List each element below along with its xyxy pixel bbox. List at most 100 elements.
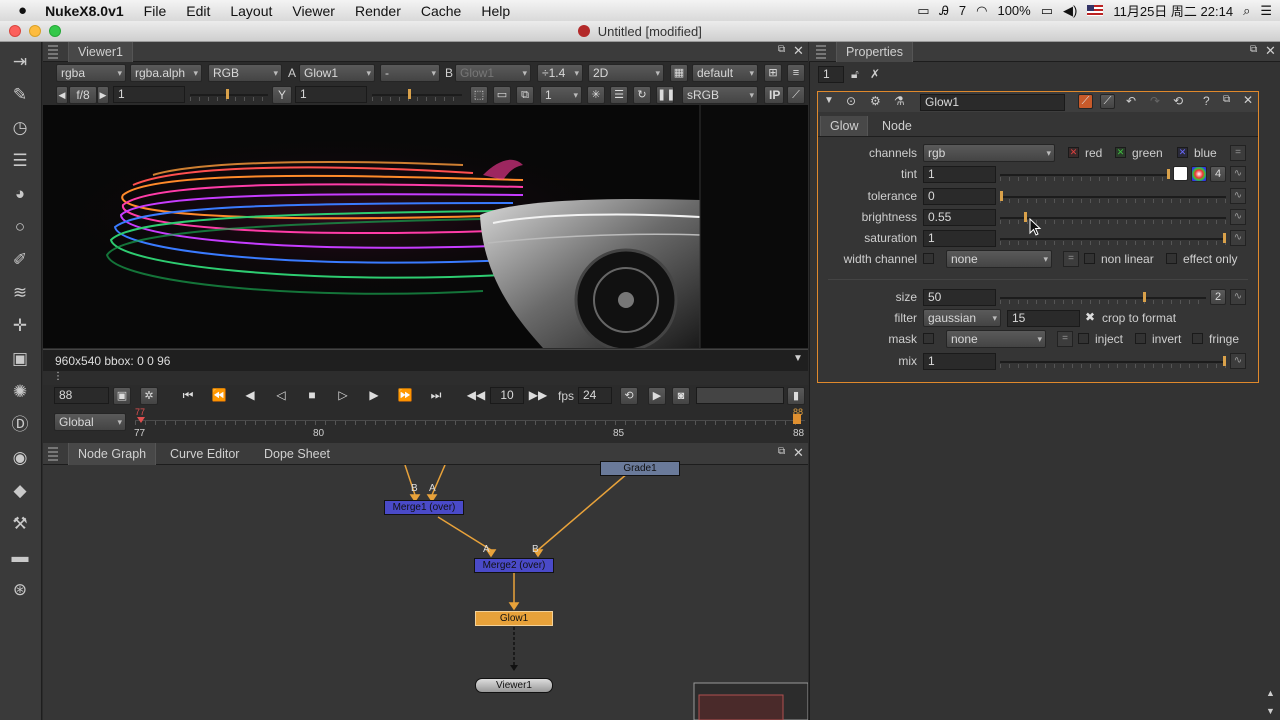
channels-dropdown[interactable]: rgb bbox=[923, 144, 1055, 162]
scroll-up-icon[interactable]: ▲ bbox=[1266, 688, 1275, 698]
skip-forward-icon[interactable]: ▶▶ bbox=[527, 386, 549, 404]
tint-animation-icon[interactable]: ∿ bbox=[1230, 166, 1246, 182]
menu-viewer[interactable]: Viewer bbox=[282, 3, 345, 19]
tolerance-field[interactable]: 0 bbox=[923, 188, 996, 205]
gamma-field[interactable]: 1 bbox=[295, 86, 367, 103]
node-merge2[interactable]: Merge2 (over) bbox=[474, 558, 554, 573]
filter-dropdown[interactable]: gaussian bbox=[923, 309, 1001, 327]
timeline-handle-icon[interactable]: ⋮ bbox=[53, 371, 63, 382]
input-method-icon[interactable]: Ꭿ bbox=[939, 3, 948, 19]
current-frame-field[interactable]: 88 bbox=[54, 387, 109, 404]
node-grade1[interactable]: Grade1 bbox=[600, 461, 680, 476]
zoom-window-button[interactable] bbox=[49, 25, 61, 37]
play-backward-icon[interactable]: ◁ bbox=[270, 386, 292, 404]
display-channel-select[interactable]: RGB bbox=[208, 64, 282, 82]
color-wheel-icon[interactable] bbox=[1191, 166, 1207, 182]
close-panel-icon[interactable]: ✕ bbox=[793, 445, 804, 461]
tint-channel-count[interactable]: 4 bbox=[1210, 166, 1226, 182]
pause-icon[interactable]: ❚❚ bbox=[656, 86, 675, 104]
node-name-field[interactable]: Glow1 bbox=[920, 94, 1065, 111]
b-input-select[interactable]: Glow1 bbox=[455, 64, 531, 82]
close-node-panel-icon[interactable]: ✕ bbox=[1243, 93, 1253, 107]
time-nodes-icon[interactable]: ◷ bbox=[8, 116, 32, 140]
brightness-animation-icon[interactable]: ∿ bbox=[1230, 209, 1246, 225]
saturation-slider[interactable] bbox=[1000, 232, 1226, 246]
proxy-icon[interactable]: ⧉ bbox=[516, 86, 534, 104]
minimize-window-button[interactable] bbox=[29, 25, 41, 37]
size-field[interactable]: 50 bbox=[923, 289, 996, 306]
panel-grip-icon[interactable] bbox=[48, 45, 58, 59]
last-frame-icon[interactable]: ⏭ bbox=[425, 386, 447, 404]
skip-increment-field[interactable]: 10 bbox=[490, 387, 524, 404]
input-process-toggle[interactable]: IP bbox=[764, 86, 784, 104]
menu-render[interactable]: Render bbox=[345, 3, 411, 19]
node-merge1[interactable]: Merge1 (over) bbox=[384, 500, 464, 515]
mask-checkbox[interactable] bbox=[923, 333, 934, 344]
image-nodes-icon[interactable]: ⇥ bbox=[8, 50, 32, 74]
node-viewer1[interactable]: Viewer1 bbox=[475, 678, 553, 693]
channels-link-icon[interactable]: = bbox=[1230, 145, 1246, 161]
tint-slider[interactable] bbox=[1000, 168, 1170, 182]
mask-link-icon[interactable]: = bbox=[1057, 331, 1073, 347]
size-channel-count[interactable]: 2 bbox=[1210, 289, 1226, 305]
info-expand-icon[interactable]: ▼ bbox=[793, 353, 803, 364]
fringe-checkbox[interactable] bbox=[1192, 333, 1203, 344]
other-nodes-icon[interactable]: ▬ bbox=[8, 545, 32, 569]
gain-slider[interactable] bbox=[190, 88, 268, 102]
toolsets-icon[interactable]: ⚒ bbox=[8, 512, 32, 536]
metadata-nodes-icon[interactable]: ◆ bbox=[8, 479, 32, 503]
first-frame-icon[interactable]: ⏮ bbox=[177, 386, 199, 404]
mix-slider[interactable] bbox=[1000, 355, 1226, 369]
scroll-down-icon[interactable]: ▼ bbox=[1266, 706, 1275, 716]
size-animation-icon[interactable]: ∿ bbox=[1230, 289, 1246, 305]
pause-playback-icon[interactable]: ✲ bbox=[140, 387, 158, 405]
tab-node-graph[interactable]: Node Graph bbox=[68, 443, 157, 465]
close-panel-icon[interactable]: ✕ bbox=[793, 43, 804, 59]
saturation-animation-icon[interactable]: ∿ bbox=[1230, 230, 1246, 246]
colorspace-select[interactable]: sRGB bbox=[682, 86, 758, 104]
width-channel-checkbox[interactable] bbox=[923, 253, 934, 264]
node-graph-canvas[interactable]: B A Merge1 (over) Grade1 A B Merge2 (ove… bbox=[43, 461, 808, 720]
timeline-settings-icon[interactable]: ▮ bbox=[787, 387, 805, 405]
wipe-icon[interactable]: ⟋ bbox=[787, 86, 805, 104]
app-name-menu[interactable]: NukeX8.0v1 bbox=[37, 3, 134, 19]
skip-back-icon[interactable]: ◀◀ bbox=[465, 386, 487, 404]
timeline-ruler[interactable]: 77 88 77 80 85 88 bbox=[134, 406, 805, 440]
lut-default-select[interactable]: default bbox=[692, 64, 758, 82]
tab-viewer1[interactable]: Viewer1 bbox=[68, 42, 133, 62]
invert-checkbox[interactable] bbox=[1135, 333, 1146, 344]
green-checkbox[interactable]: ✕ bbox=[1115, 147, 1126, 158]
gain-field[interactable]: 1 bbox=[113, 86, 185, 103]
width-channel-link-icon[interactable]: = bbox=[1063, 251, 1079, 267]
panel-grip-icon[interactable] bbox=[816, 45, 826, 59]
next-frame-icon[interactable]: ▶ bbox=[363, 386, 385, 404]
redo-icon[interactable]: ↷ bbox=[1150, 94, 1160, 108]
tint-field[interactable]: 1 bbox=[923, 166, 996, 183]
flag-icon[interactable] bbox=[1087, 5, 1104, 16]
menu-cache[interactable]: Cache bbox=[411, 3, 471, 19]
float-panel-icon[interactable]: ⧉ bbox=[778, 44, 785, 55]
non-linear-checkbox[interactable] bbox=[1084, 253, 1095, 264]
draw-nodes-icon[interactable]: ✎ bbox=[8, 83, 32, 107]
fps-field[interactable]: 24 bbox=[578, 387, 612, 404]
mask-dropdown[interactable]: none bbox=[946, 330, 1046, 348]
channel-nodes-icon[interactable]: ☰ bbox=[8, 149, 32, 173]
tab-properties[interactable]: Properties bbox=[836, 42, 913, 62]
furnace-nodes-icon[interactable]: ⊛ bbox=[8, 578, 32, 602]
spotlight-icon[interactable]: ⌕ bbox=[1243, 3, 1250, 19]
apple-icon[interactable]: ● bbox=[0, 2, 37, 19]
blue-checkbox[interactable]: ✕ bbox=[1177, 147, 1188, 158]
next-keyframe-icon[interactable]: ⏩ bbox=[394, 386, 416, 404]
stop-icon[interactable]: ■ bbox=[301, 386, 323, 404]
collapse-panel-icon[interactable]: ▼ bbox=[824, 95, 834, 106]
tint-color-swatch[interactable] bbox=[1173, 166, 1188, 181]
flipbook-icon[interactable]: ▶ bbox=[648, 387, 666, 405]
lock-panels-icon[interactable]: 🔓︎ bbox=[851, 67, 859, 82]
composite-select[interactable]: - bbox=[380, 64, 440, 82]
saturation-field[interactable]: 1 bbox=[923, 230, 996, 247]
color-nodes-icon[interactable]: ◕ bbox=[8, 182, 32, 206]
zebra-icon[interactable]: ☰ bbox=[610, 86, 628, 104]
channels-select[interactable]: rgba bbox=[56, 64, 126, 82]
viewer-canvas[interactable] bbox=[43, 105, 808, 348]
refresh-icon[interactable]: ↻ bbox=[633, 86, 651, 104]
